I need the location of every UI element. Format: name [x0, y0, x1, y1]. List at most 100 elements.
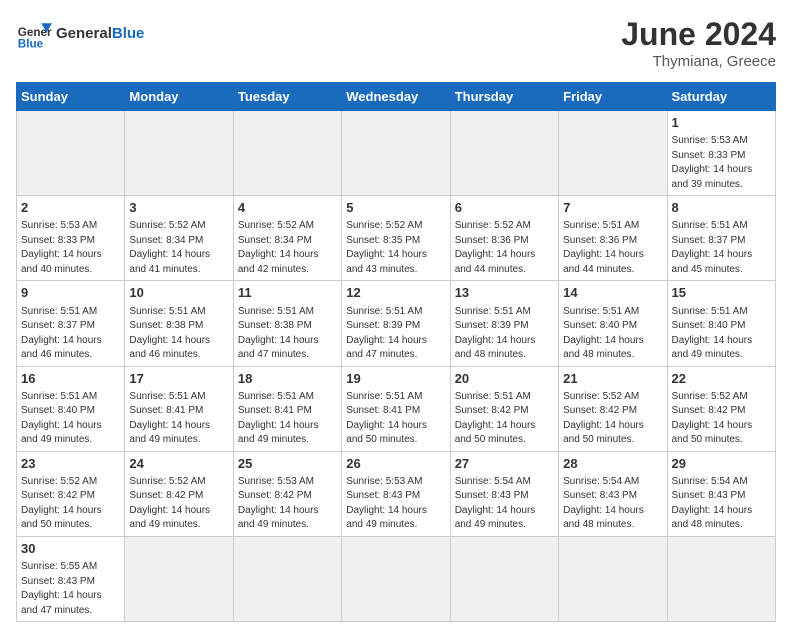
calendar-cell: 2Sunrise: 5:53 AM Sunset: 8:33 PM Daylig…	[17, 196, 125, 281]
calendar-cell: 6 Sunrise: 5:52 AM Sunset: 8:36 PM Daylig…	[450, 196, 558, 281]
day-info: Sunrise: 5:51 AM Sunset: 8:37 PM Dayligh…	[672, 219, 771, 277]
day-info: Sunrise: 5:51 AM Sunset: 8:38 PM Dayligh…	[129, 305, 228, 363]
calendar-cell: 1 Sunrise: 5:53 AM Sunset: 8:33 PM Daylig…	[667, 111, 775, 196]
day-number: 4	[238, 199, 337, 217]
calendar-cell: 25 Sunrise: 5:53 AM Sunset: 8:42 PM Dayli…	[233, 451, 341, 536]
calendar-cell	[125, 111, 233, 196]
calendar-week-row: 23 Sunrise: 5:52 AM Sunset: 8:42 PM Dayli…	[17, 451, 776, 536]
calendar-cell	[667, 536, 775, 621]
calendar-week-row: 9Sunrise: 5:51 AM Sunset: 8:37 PM Daylig…	[17, 281, 776, 366]
day-info: Sunrise: 5:52 AM Sunset: 8:42 PM Dayligh…	[129, 475, 228, 533]
calendar-cell: 10 Sunrise: 5:51 AM Sunset: 8:38 PM Dayli…	[125, 281, 233, 366]
calendar-cell	[559, 111, 667, 196]
day-info: Sunrise: 5:53 AM Sunset: 8:43 PM Dayligh…	[346, 475, 445, 533]
calendar-cell: 9Sunrise: 5:51 AM Sunset: 8:37 PM Daylig…	[17, 281, 125, 366]
calendar-week-row: 2Sunrise: 5:53 AM Sunset: 8:33 PM Daylig…	[17, 196, 776, 281]
days-header-row: SundayMondayTuesdayWednesdayThursdayFrid…	[17, 83, 776, 111]
day-number: 16	[21, 370, 120, 388]
calendar-cell: 8Sunrise: 5:51 AM Sunset: 8:37 PM Daylig…	[667, 196, 775, 281]
day-number: 14	[563, 284, 662, 302]
calendar-cell: 24 Sunrise: 5:52 AM Sunset: 8:42 PM Dayli…	[125, 451, 233, 536]
calendar-cell: 12Sunrise: 5:51 AM Sunset: 8:39 PM Dayli…	[342, 281, 450, 366]
day-header-thursday: Thursday	[450, 83, 558, 111]
calendar-cell: 22 Sunrise: 5:52 AM Sunset: 8:42 PM Dayli…	[667, 366, 775, 451]
day-header-friday: Friday	[559, 83, 667, 111]
day-number: 11	[238, 284, 337, 302]
day-info: Sunrise: 5:51 AM Sunset: 8:41 PM Dayligh…	[129, 390, 228, 448]
day-number: 26	[346, 455, 445, 473]
day-info: Sunrise: 5:52 AM Sunset: 8:42 PM Dayligh…	[672, 390, 771, 448]
location-subtitle: Thymiana, Greece	[621, 53, 776, 70]
calendar-cell: 13 Sunrise: 5:51 AM Sunset: 8:39 PM Dayli…	[450, 281, 558, 366]
calendar-cell: 28 Sunrise: 5:54 AM Sunset: 8:43 PM Dayli…	[559, 451, 667, 536]
day-info: Sunrise: 5:53 AM Sunset: 8:42 PM Dayligh…	[238, 475, 337, 533]
day-info: Sunrise: 5:55 AM Sunset: 8:43 PM Dayligh…	[21, 560, 120, 618]
calendar-cell: 19Sunrise: 5:51 AM Sunset: 8:41 PM Dayli…	[342, 366, 450, 451]
day-number: 1	[672, 114, 771, 132]
day-info: Sunrise: 5:53 AM Sunset: 8:33 PM Dayligh…	[21, 219, 120, 277]
day-info: Sunrise: 5:52 AM Sunset: 8:42 PM Dayligh…	[21, 475, 120, 533]
day-number: 6	[455, 199, 554, 217]
day-header-saturday: Saturday	[667, 83, 775, 111]
calendar-cell: 3 Sunrise: 5:52 AM Sunset: 8:34 PM Daylig…	[125, 196, 233, 281]
day-number: 30	[21, 540, 120, 558]
day-header-sunday: Sunday	[17, 83, 125, 111]
calendar-week-row: 1 Sunrise: 5:53 AM Sunset: 8:33 PM Daylig…	[17, 111, 776, 196]
day-info: Sunrise: 5:51 AM Sunset: 8:42 PM Dayligh…	[455, 390, 554, 448]
day-info: Sunrise: 5:52 AM Sunset: 8:36 PM Dayligh…	[455, 219, 554, 277]
day-info: Sunrise: 5:54 AM Sunset: 8:43 PM Dayligh…	[563, 475, 662, 533]
day-number: 13	[455, 284, 554, 302]
calendar-cell: 18Sunrise: 5:51 AM Sunset: 8:41 PM Dayli…	[233, 366, 341, 451]
calendar-cell: 11 Sunrise: 5:51 AM Sunset: 8:38 PM Dayli…	[233, 281, 341, 366]
day-number: 12	[346, 284, 445, 302]
calendar-cell	[342, 111, 450, 196]
calendar-cell: 20 Sunrise: 5:51 AM Sunset: 8:42 PM Dayli…	[450, 366, 558, 451]
day-number: 24	[129, 455, 228, 473]
day-number: 5	[346, 199, 445, 217]
calendar-cell: 14Sunrise: 5:51 AM Sunset: 8:40 PM Dayli…	[559, 281, 667, 366]
day-info: Sunrise: 5:51 AM Sunset: 8:41 PM Dayligh…	[238, 390, 337, 448]
calendar-cell	[450, 536, 558, 621]
day-number: 28	[563, 455, 662, 473]
day-info: Sunrise: 5:51 AM Sunset: 8:39 PM Dayligh…	[455, 305, 554, 363]
calendar-table: SundayMondayTuesdayWednesdayThursdayFrid…	[16, 82, 776, 622]
logo-icon: General Blue	[16, 16, 52, 52]
day-info: Sunrise: 5:53 AM Sunset: 8:33 PM Dayligh…	[672, 134, 771, 192]
calendar-cell: 23 Sunrise: 5:52 AM Sunset: 8:42 PM Dayli…	[17, 451, 125, 536]
day-header-monday: Monday	[125, 83, 233, 111]
day-number: 19	[346, 370, 445, 388]
svg-text:Blue: Blue	[18, 38, 44, 51]
calendar-cell	[450, 111, 558, 196]
day-number: 9	[21, 284, 120, 302]
day-number: 3	[129, 199, 228, 217]
day-number: 17	[129, 370, 228, 388]
day-number: 25	[238, 455, 337, 473]
day-number: 10	[129, 284, 228, 302]
day-info: Sunrise: 5:52 AM Sunset: 8:35 PM Dayligh…	[346, 219, 445, 277]
day-info: Sunrise: 5:52 AM Sunset: 8:42 PM Dayligh…	[563, 390, 662, 448]
day-number: 29	[672, 455, 771, 473]
calendar-cell: 5 Sunrise: 5:52 AM Sunset: 8:35 PM Daylig…	[342, 196, 450, 281]
day-info: Sunrise: 5:51 AM Sunset: 8:36 PM Dayligh…	[563, 219, 662, 277]
day-info: Sunrise: 5:51 AM Sunset: 8:38 PM Dayligh…	[238, 305, 337, 363]
calendar-cell: 29Sunrise: 5:54 AM Sunset: 8:43 PM Dayli…	[667, 451, 775, 536]
calendar-cell: 4Sunrise: 5:52 AM Sunset: 8:34 PM Daylig…	[233, 196, 341, 281]
day-number: 22	[672, 370, 771, 388]
day-info: Sunrise: 5:51 AM Sunset: 8:40 PM Dayligh…	[21, 390, 120, 448]
day-info: Sunrise: 5:51 AM Sunset: 8:40 PM Dayligh…	[672, 305, 771, 363]
day-header-wednesday: Wednesday	[342, 83, 450, 111]
calendar-week-row: 16 Sunrise: 5:51 AM Sunset: 8:40 PM Dayli…	[17, 366, 776, 451]
calendar-cell	[125, 536, 233, 621]
calendar-cell: 17 Sunrise: 5:51 AM Sunset: 8:41 PM Dayli…	[125, 366, 233, 451]
title-block: June 2024 Thymiana, Greece	[621, 16, 776, 70]
calendar-week-row: 30 Sunrise: 5:55 AM Sunset: 8:43 PM Dayli…	[17, 536, 776, 621]
day-info: Sunrise: 5:52 AM Sunset: 8:34 PM Dayligh…	[129, 219, 228, 277]
day-number: 23	[21, 455, 120, 473]
day-number: 7	[563, 199, 662, 217]
day-info: Sunrise: 5:54 AM Sunset: 8:43 PM Dayligh…	[455, 475, 554, 533]
calendar-cell	[342, 536, 450, 621]
calendar-cell	[233, 111, 341, 196]
day-number: 20	[455, 370, 554, 388]
calendar-cell	[233, 536, 341, 621]
calendar-cell: 30 Sunrise: 5:55 AM Sunset: 8:43 PM Dayli…	[17, 536, 125, 621]
